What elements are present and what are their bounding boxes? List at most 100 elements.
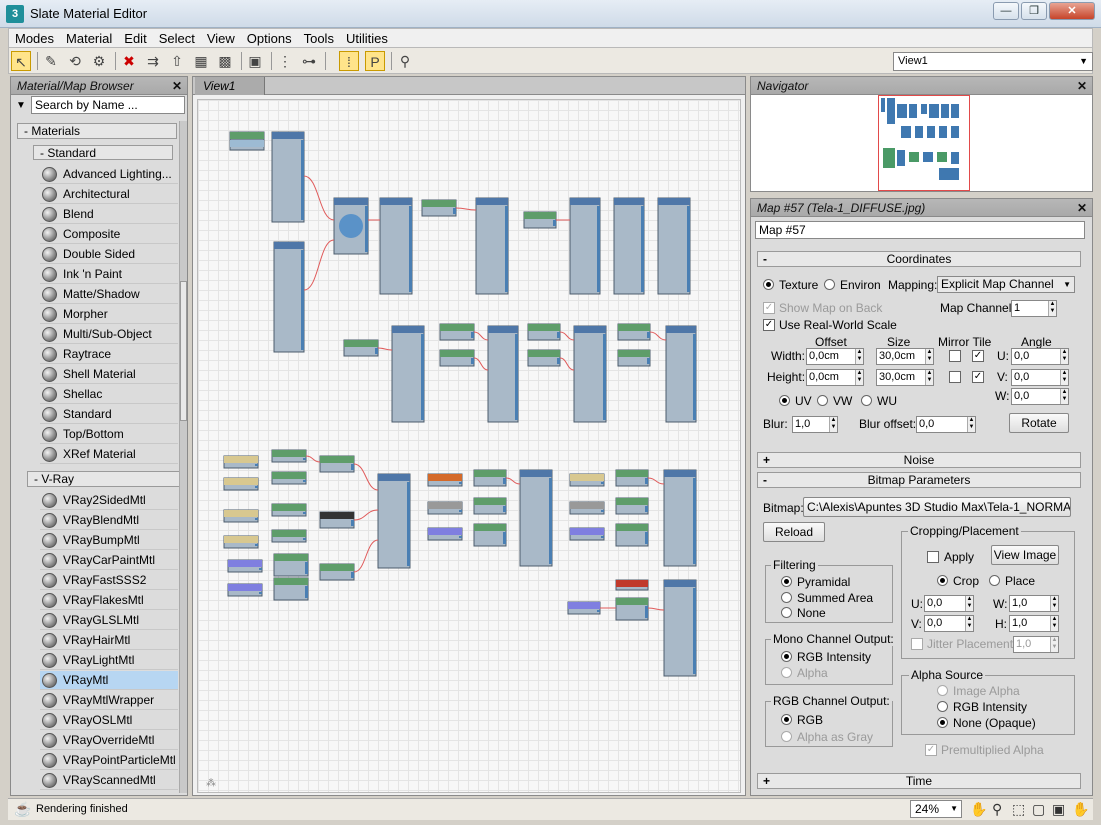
material-sphere-preview[interactable]: [339, 214, 363, 238]
graph-node-header[interactable]: [524, 212, 556, 219]
assign-material-icon[interactable]: ⚙: [89, 51, 109, 71]
standard-item[interactable]: Morpher: [40, 305, 178, 324]
graph-node-header[interactable]: [378, 474, 410, 481]
close-button[interactable]: ✕: [1049, 2, 1095, 20]
show-map-on-back-checkbox[interactable]: ✓: [763, 302, 775, 314]
graph-node-port[interactable]: [647, 358, 650, 364]
graph-node-header[interactable]: [274, 242, 304, 249]
graph-node-port[interactable]: [303, 512, 306, 514]
blur-offset-spinner[interactable]: 0,0 ▲ ▼: [916, 416, 976, 433]
graph-node-header[interactable]: [570, 198, 600, 205]
standard-item[interactable]: Blend: [40, 205, 178, 224]
graph-node-header[interactable]: [272, 450, 306, 457]
standard-item[interactable]: Shell Material: [40, 365, 178, 384]
standard-item[interactable]: Matte/Shadow: [40, 285, 178, 304]
vray-item[interactable]: VRay2SidedMtl: [40, 491, 178, 510]
crop-h-spinner[interactable]: 1,0 ▲ ▼: [1009, 615, 1059, 632]
map-channel-spinner[interactable]: 1 ▲ ▼: [1011, 300, 1057, 317]
vray-item[interactable]: VRayLightMtl: [40, 651, 178, 670]
graph-node-port[interactable]: [459, 536, 462, 538]
menu-view[interactable]: View: [201, 29, 241, 46]
minimize-button[interactable]: —: [993, 2, 1019, 20]
bitmap-path-button[interactable]: C:\Alexis\Apuntes 3D Studio Max\Tela-1_N…: [803, 497, 1071, 517]
graph-node-port[interactable]: [503, 478, 506, 484]
browser-close-icon[interactable]: ✕: [172, 77, 182, 95]
graph-node-header[interactable]: [616, 524, 648, 531]
params-close-icon[interactable]: ✕: [1077, 199, 1087, 217]
graph-node-header[interactable]: [616, 470, 648, 477]
graph-node-port[interactable]: [557, 332, 560, 338]
graph-node[interactable]: [663, 579, 697, 677]
graph-node-port[interactable]: [375, 348, 378, 354]
graph-node-port[interactable]: [641, 206, 644, 292]
graph-node-header[interactable]: [344, 340, 378, 347]
graph-node-port[interactable]: [255, 518, 258, 520]
graph-node[interactable]: [487, 325, 519, 423]
graph-node-header[interactable]: [570, 528, 604, 535]
graph-node-port[interactable]: [503, 532, 506, 544]
graph-node-header[interactable]: [528, 324, 560, 331]
vray-item[interactable]: VRayMtlWrapper: [40, 691, 178, 710]
browser-scrollbar[interactable]: [179, 121, 187, 793]
layout-children-icon[interactable]: ⊶: [299, 51, 319, 71]
graph-node-header[interactable]: [528, 350, 560, 357]
graph-node-port[interactable]: [693, 588, 696, 674]
graph-node[interactable]: [613, 197, 645, 295]
rotate-button[interactable]: Rotate: [1009, 413, 1069, 433]
graph-node-header[interactable]: [230, 140, 264, 147]
graph-node-header[interactable]: [224, 478, 258, 485]
standard-item[interactable]: Ink 'n Paint: [40, 265, 178, 284]
graph-node-port[interactable]: [303, 458, 306, 460]
mapping-dropdown[interactable]: Explicit Map Channel ▼: [937, 276, 1075, 293]
graph-node[interactable]: [377, 473, 411, 569]
graph-node-port[interactable]: [645, 606, 648, 618]
standard-item[interactable]: Composite: [40, 225, 178, 244]
graph-node-port[interactable]: [601, 482, 604, 484]
texture-radio[interactable]: [763, 279, 774, 290]
environ-radio[interactable]: [824, 279, 835, 290]
graph-node-port[interactable]: [301, 140, 304, 220]
image-alpha-radio[interactable]: [937, 685, 948, 696]
zoom-region-icon[interactable]: ⬚: [1012, 801, 1025, 818]
graph-node-port[interactable]: [407, 482, 410, 566]
graph-node-header[interactable]: [476, 198, 508, 205]
menu-select[interactable]: Select: [153, 29, 201, 46]
layout-vertical-icon[interactable]: ⋮: [275, 51, 295, 71]
graph-node-port[interactable]: [505, 206, 508, 292]
navigator-close-icon[interactable]: ✕: [1077, 77, 1087, 95]
graph-node-port[interactable]: [645, 478, 648, 484]
graph-node-header[interactable]: [616, 580, 648, 587]
graph-node-port[interactable]: [409, 206, 412, 292]
wu-radio[interactable]: [861, 395, 872, 406]
graph-node-header[interactable]: [334, 198, 368, 205]
navigator-view-frame[interactable]: [878, 95, 970, 191]
graph-node-header[interactable]: [274, 554, 308, 561]
graph-node[interactable]: [573, 325, 607, 423]
graph-node-port[interactable]: [645, 532, 648, 544]
graph-node-header[interactable]: [664, 580, 696, 587]
vray-item[interactable]: VRayOverrideMtl: [40, 731, 178, 750]
graph-node-header[interactable]: [440, 324, 474, 331]
graph-node-header[interactable]: [474, 524, 506, 531]
graph-node[interactable]: [665, 325, 697, 423]
graph-node-header[interactable]: [224, 536, 258, 543]
graph-node-port[interactable]: [693, 334, 696, 420]
graph-node-header[interactable]: [230, 132, 264, 139]
graph-node[interactable]: [475, 197, 509, 295]
graph-node-header[interactable]: [428, 474, 462, 481]
search-input[interactable]: Search by Name ...: [31, 96, 185, 114]
graph-node-port[interactable]: [255, 486, 258, 488]
vray-item[interactable]: VRayFlakesMtl: [40, 591, 178, 610]
graph-node-port[interactable]: [597, 206, 600, 292]
graph-node-header[interactable]: [428, 502, 462, 509]
graph-node-port[interactable]: [255, 464, 258, 466]
pyramidal-radio[interactable]: [781, 576, 792, 587]
graph-node-header[interactable]: [392, 326, 424, 333]
graph-node-port[interactable]: [259, 592, 262, 594]
graph-node-header[interactable]: [520, 470, 552, 477]
rgb-intensity-radio[interactable]: [781, 651, 792, 662]
vw-radio[interactable]: [817, 395, 828, 406]
crop-v-spinner[interactable]: 0,0 ▲ ▼: [924, 615, 974, 632]
vray-item[interactable]: VRayScannedMtl: [40, 771, 178, 790]
graph-node-header[interactable]: [380, 198, 412, 205]
